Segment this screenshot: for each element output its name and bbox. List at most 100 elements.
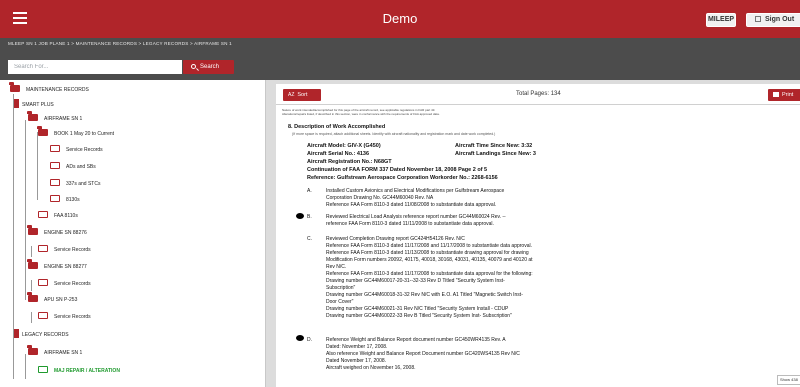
tree-item-engine-88276[interactable]: ENGINE SN 88276 bbox=[27, 225, 87, 239]
doc-aircraft-serial: Aircraft Serial No.: 4136 bbox=[307, 151, 370, 157]
app-header: Demo MILEEP Sign Out bbox=[0, 0, 800, 38]
show-count-badge[interactable]: Show 438 bbox=[777, 375, 800, 385]
redaction-mark bbox=[296, 335, 304, 341]
doc-item-mark: B. bbox=[307, 214, 312, 220]
tree-item-legacy-records[interactable]: LEGACY RECORDS bbox=[14, 329, 69, 341]
sign-out-label: Sign Out bbox=[765, 16, 795, 23]
tree-item-engine-88277[interactable]: ENGINE SN 88277 bbox=[27, 259, 87, 273]
total-pages: Total Pages: 134 bbox=[516, 91, 561, 97]
tree-item-legacy-airframe-sn1[interactable]: AIRFRAME SN 1 bbox=[27, 345, 82, 359]
folder-icon bbox=[38, 312, 48, 319]
tree-item-ads-sbs[interactable]: ADs and SBs bbox=[50, 161, 96, 173]
tree-item-airframe-sn1[interactable]: AIRFRAME SN 1 bbox=[27, 111, 82, 125]
user-button[interactable]: MILEEP bbox=[706, 13, 736, 27]
tree-connector bbox=[31, 280, 32, 291]
sort-az-icon: AZ bbox=[288, 92, 295, 98]
search-button[interactable]: Search bbox=[183, 60, 234, 74]
folder-icon bbox=[38, 211, 48, 218]
sign-out-icon bbox=[755, 16, 761, 22]
search-button-label: Search bbox=[200, 64, 220, 70]
doc-item-mark: A. bbox=[307, 188, 312, 194]
redaction-mark bbox=[296, 213, 304, 219]
tree-item-smart-plus[interactable]: SMART PLUS bbox=[14, 99, 54, 111]
doc-item-line: Door Cover" bbox=[326, 299, 354, 305]
tree-item-337s-stcs[interactable]: 337s and STCs bbox=[50, 178, 100, 190]
folder-icon bbox=[50, 179, 60, 186]
doc-section-title: 8. Description of Work Accomplished bbox=[288, 124, 386, 130]
tree-item-8130s[interactable]: 8130s bbox=[50, 194, 80, 206]
doc-item-line: Reference FAA Form 8110-3 dated 11/08/20… bbox=[326, 202, 497, 208]
tree-item-service-records[interactable]: Service Records bbox=[38, 244, 91, 256]
tree-connector bbox=[25, 120, 26, 300]
doc-aircraft-reg: Aircraft Registration No.: N68GT bbox=[307, 159, 392, 165]
tree-item-maintenance-records[interactable]: MAINTENANCE RECORDS bbox=[9, 82, 89, 96]
tree-connector bbox=[31, 246, 32, 257]
tree-item-maj-repair-alteration[interactable]: MAJ REPAIR / ALTERATION bbox=[38, 365, 120, 377]
folder-open-icon bbox=[27, 225, 38, 235]
folder-open-icon bbox=[27, 111, 38, 121]
doc-item-line: Rev N/C. bbox=[326, 264, 347, 270]
doc-item-line: Corporation Drawing No. GC44M60040 Rev. … bbox=[326, 195, 434, 201]
folder-open-icon bbox=[27, 345, 38, 355]
flag-icon bbox=[14, 99, 19, 108]
doc-continuation: Continuation of FAA FORM 337 Dated Novem… bbox=[307, 167, 488, 173]
doc-item-line: Reference FAA Form 8110-3 dated 11/17/20… bbox=[326, 271, 533, 277]
tree-item-service-records[interactable]: Service Records bbox=[38, 311, 91, 323]
doc-item-line: Reviewed Completion Drawing report GC424… bbox=[326, 236, 465, 242]
search-icon bbox=[191, 64, 196, 69]
sign-out-button[interactable]: Sign Out bbox=[746, 13, 800, 27]
print-button[interactable]: Print bbox=[768, 89, 800, 101]
doc-aircraft-landings: Aircraft Landings Since New: 3 bbox=[455, 151, 536, 157]
folder-icon bbox=[38, 366, 48, 373]
doc-item-line: Reviewed Electrical Load Analysis refere… bbox=[326, 214, 506, 220]
doc-reference: Reference: Gulfstream Aerospace Corporat… bbox=[307, 175, 498, 181]
folder-icon bbox=[38, 279, 48, 286]
doc-item-mark: D. bbox=[307, 337, 312, 343]
printer-icon bbox=[773, 92, 779, 97]
folder-open-icon bbox=[27, 292, 38, 302]
doc-item-line: Modification Form numbers 20092, 40175, … bbox=[326, 257, 533, 263]
doc-item-line: Drawing number GC44M60021-31 Rev N/C Tit… bbox=[326, 306, 509, 312]
tree-item-faa-8110s[interactable]: FAA 8110s bbox=[38, 210, 78, 222]
folder-open-icon bbox=[9, 82, 20, 92]
tree-item-apu-p253[interactable]: APU SN P-253 bbox=[27, 292, 77, 306]
flag-icon bbox=[14, 329, 19, 338]
doc-item-line: Reference FAA Form 8110-3 dated 11/17/20… bbox=[326, 243, 532, 249]
tree-item-book-1[interactable]: BOOK 1 May 20 to Current bbox=[37, 126, 114, 140]
doc-note: Alterations/repairs listed, if described… bbox=[282, 112, 440, 116]
sort-label: Sort bbox=[297, 92, 308, 98]
doc-item-mark: C. bbox=[307, 236, 312, 242]
breadcrumb[interactable]: MLEEP SN 1 JOB PLANE 1 > MAINTENANCE REC… bbox=[8, 41, 232, 46]
folder-icon bbox=[50, 145, 60, 152]
doc-item-line: Aircraft weighed on November 16, 2008. bbox=[326, 365, 416, 371]
doc-item-line: Also reference Weight and Balance Report… bbox=[326, 351, 520, 357]
doc-item-line: reference FAA Form 8110-3 dated 11/11/20… bbox=[326, 221, 494, 227]
document-viewer: AZ Sort Total Pages: 134 Print Nature of … bbox=[276, 84, 800, 387]
folder-open-icon bbox=[27, 259, 38, 269]
sort-button[interactable]: AZ Sort bbox=[283, 89, 321, 101]
records-tree: MAINTENANCE RECORDS SMART PLUS AIRFRAME … bbox=[0, 80, 266, 387]
doc-section-sub: (If more space is required, attach addit… bbox=[292, 132, 496, 136]
doc-item-line: Reference FAA Form 8110-3 dated 11/13/20… bbox=[326, 250, 529, 256]
tree-connector bbox=[31, 312, 32, 323]
doc-item-line: Dated November 17, 2008. bbox=[326, 358, 387, 364]
doc-item-line: Subscription" bbox=[326, 285, 356, 291]
tree-item-service-records[interactable]: Service Records bbox=[50, 144, 103, 156]
folder-open-icon bbox=[37, 126, 48, 136]
document-page: Nature of work intended/accomplished for… bbox=[276, 105, 800, 387]
doc-item-line: Dated: November 17, 2008. bbox=[326, 344, 388, 350]
doc-item-line: Drawing number GC44M60022-33 Rev B Title… bbox=[326, 313, 512, 319]
doc-aircraft-model: Aircraft Model: GIV-X (G450) bbox=[307, 143, 381, 149]
doc-aircraft-time: Aircraft Time Since New: 3:32 bbox=[455, 143, 533, 149]
tree-connector bbox=[25, 354, 26, 379]
toolbar: MLEEP SN 1 JOB PLANE 1 > MAINTENANCE REC… bbox=[0, 38, 800, 80]
tree-connector bbox=[37, 132, 38, 200]
doc-item-line: Drawing number GC44M60018-31-32 Rev N/C … bbox=[326, 292, 523, 298]
app-title: Demo bbox=[382, 11, 418, 26]
folder-icon bbox=[50, 162, 60, 169]
folder-icon bbox=[50, 195, 60, 202]
tree-item-service-records[interactable]: Service Records bbox=[38, 278, 91, 290]
search-input[interactable] bbox=[8, 60, 182, 74]
folder-icon bbox=[38, 245, 48, 252]
print-label: Print bbox=[782, 92, 794, 98]
